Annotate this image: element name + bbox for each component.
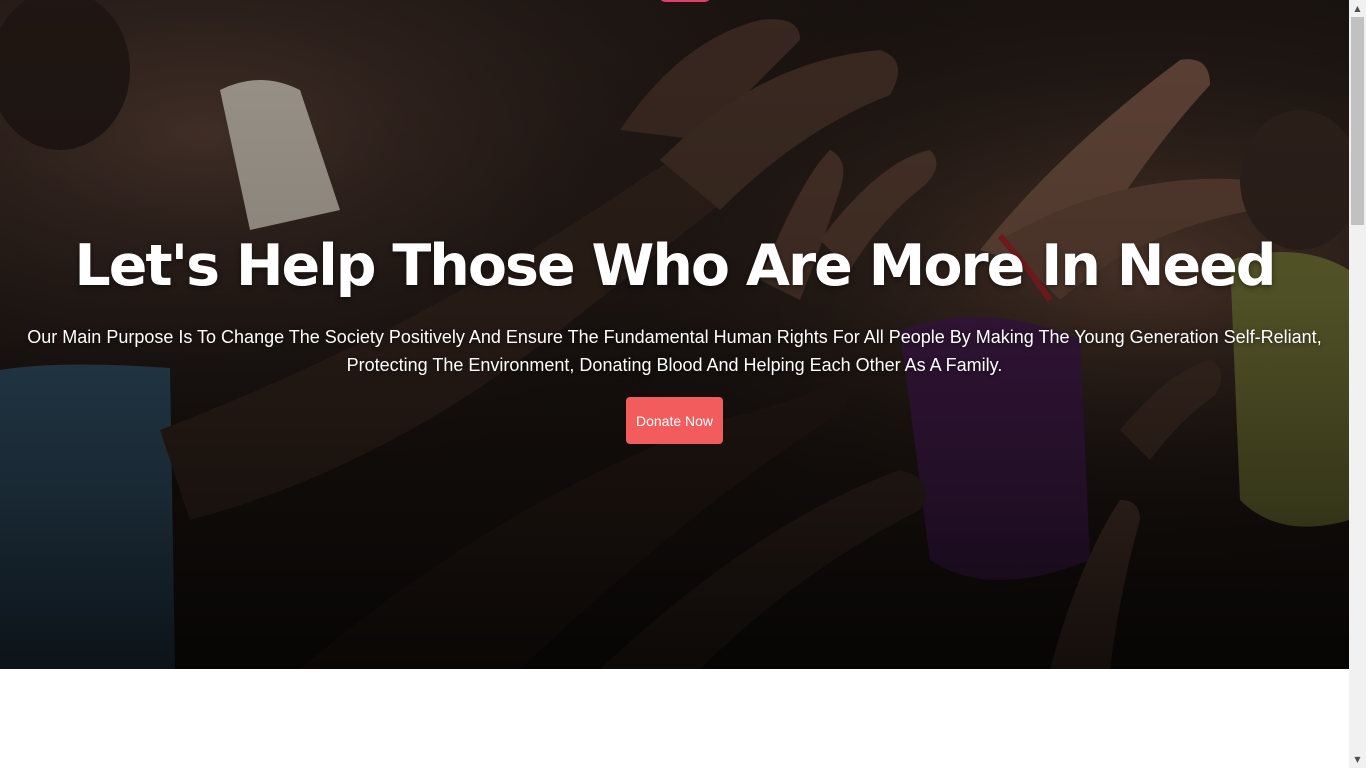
vertical-scrollbar[interactable]: ▲ ▼ <box>1349 0 1366 768</box>
hero-section: Let's Help Those Who Are More In Need Ou… <box>0 0 1349 669</box>
page: Let's Help Those Who Are More In Need Ou… <box>0 0 1366 768</box>
scroll-up-arrow-icon[interactable]: ▲ <box>1349 0 1366 17</box>
hero-subtitle: Our Main Purpose Is To Change The Societ… <box>27 327 1322 375</box>
scroll-down-arrow-icon[interactable]: ▼ <box>1349 751 1366 768</box>
top-accent-tab <box>658 0 712 2</box>
donate-now-button[interactable]: Donate Now <box>626 397 723 444</box>
hero-title: Let's Help Those Who Are More In Need <box>74 233 1276 299</box>
scrollbar-thumb[interactable] <box>1351 17 1364 225</box>
content-section <box>0 669 1349 768</box>
